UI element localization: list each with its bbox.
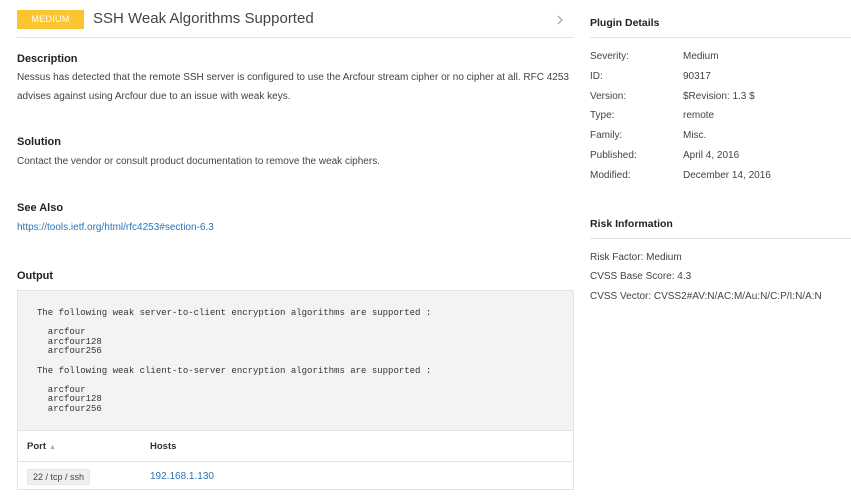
output-heading: Output bbox=[17, 270, 54, 282]
plugin-output-text: The following weak server-to-client encr… bbox=[37, 308, 432, 414]
modified-label: Modified: bbox=[590, 170, 631, 181]
family-value: Misc. bbox=[683, 130, 707, 141]
vulnerability-header: MEDIUM SSH Weak Algorithms Supported bbox=[17, 10, 574, 38]
risk-factor: Risk Factor: Medium bbox=[590, 252, 682, 263]
see-also-heading: See Also bbox=[17, 202, 64, 214]
published-label: Published: bbox=[590, 150, 637, 161]
cvss-vector: CVSS Vector: CVSS2#AV:N/AC:M/Au:N/C:P/I:… bbox=[590, 291, 822, 302]
page-title: SSH Weak Algorithms Supported bbox=[93, 10, 314, 27]
hosts-column-header: Hosts bbox=[150, 441, 177, 452]
risk-information-heading: Risk Information bbox=[590, 218, 851, 239]
severity-label: Severity: bbox=[590, 51, 629, 62]
modified-value: December 14, 2016 bbox=[683, 170, 771, 181]
plugin-output-box: The following weak server-to-client encr… bbox=[17, 290, 574, 430]
ports-hosts-table: Port ▲ Hosts 22 / tcp / ssh 192.168.1.130 bbox=[17, 430, 574, 490]
severity-value: Medium bbox=[683, 51, 719, 62]
description-text: Nessus has detected that the remote SSH … bbox=[17, 72, 569, 102]
type-value: remote bbox=[683, 110, 715, 121]
published-value: April 4, 2016 bbox=[683, 150, 740, 161]
severity-badge: MEDIUM bbox=[17, 10, 84, 29]
port-value: 22 / tcp / ssh bbox=[27, 469, 91, 485]
id-label: ID: bbox=[590, 71, 603, 82]
id-value: 90317 bbox=[683, 71, 711, 82]
version-value: $Revision: 1.3 $ bbox=[683, 91, 755, 102]
vulnerability-detail-panel: MEDIUM SSH Weak Algorithms Supported Des… bbox=[17, 0, 574, 500]
cvss-base-score: CVSS Base Score: 4.3 bbox=[590, 271, 692, 282]
family-label: Family: bbox=[590, 130, 623, 141]
type-label: Type: bbox=[590, 110, 615, 121]
port-column-label: Port bbox=[27, 441, 46, 452]
description-heading: Description bbox=[17, 53, 78, 65]
port-column-header[interactable]: Port ▲ bbox=[27, 441, 56, 452]
sidebar: Plugin Details Severity: Medium ID: 9031… bbox=[590, 0, 851, 500]
host-link[interactable]: 192.168.1.130 bbox=[150, 471, 214, 482]
chevron-right-icon[interactable] bbox=[554, 13, 566, 27]
sort-ascending-icon[interactable]: ▲ bbox=[49, 444, 56, 451]
see-also-link[interactable]: https://tools.ietf.org/html/rfc4253#sect… bbox=[17, 222, 214, 233]
solution-heading: Solution bbox=[17, 136, 61, 148]
solution-text: Contact the vendor or consult product do… bbox=[17, 156, 380, 167]
table-header: Port ▲ Hosts bbox=[18, 431, 573, 462]
see-also-links: https://tools.ietf.org/html/rfc4253#sect… bbox=[17, 218, 574, 237]
version-label: Version: bbox=[590, 91, 627, 102]
plugin-details-heading: Plugin Details bbox=[590, 17, 851, 38]
